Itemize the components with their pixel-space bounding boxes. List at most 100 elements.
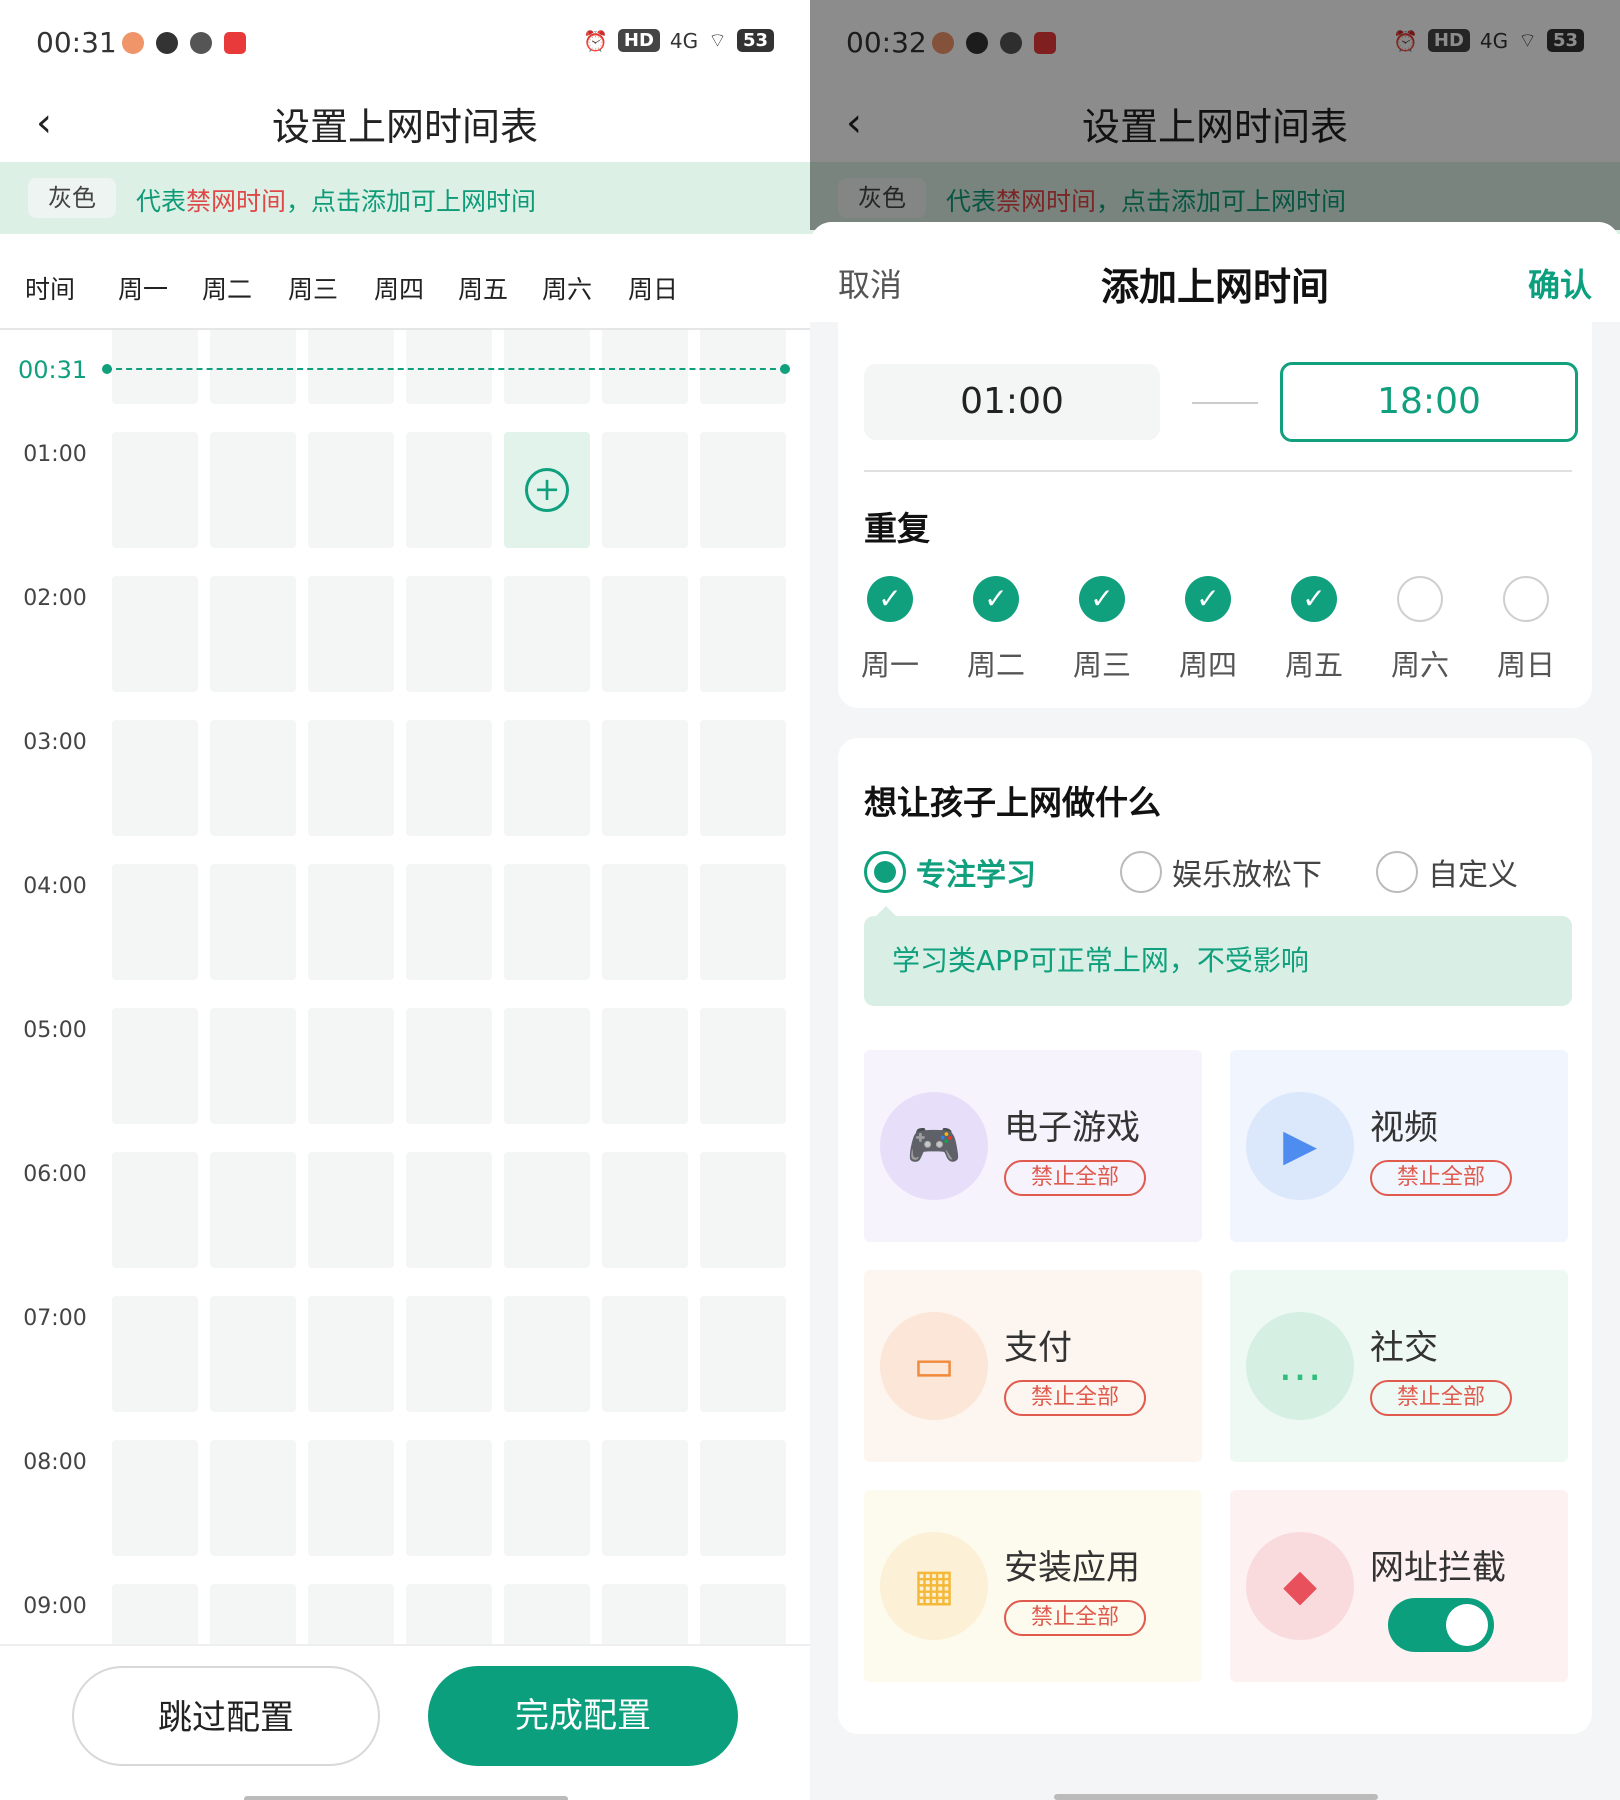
repeat-day-7[interactable]: 周日 [1486, 576, 1566, 684]
repeat-day-4[interactable]: ✓ 周四 [1168, 576, 1248, 684]
schedule-cell[interactable] [602, 1584, 688, 1646]
repeat-day-6[interactable]: 周六 [1380, 576, 1460, 684]
end-time-field[interactable]: 18:00 [1280, 362, 1578, 442]
schedule-cell[interactable] [210, 720, 296, 836]
category-tile-2[interactable]: ▶ 视频 禁止全部 [1230, 1050, 1568, 1242]
schedule-cell[interactable] [504, 1152, 590, 1268]
schedule-cell[interactable] [210, 576, 296, 692]
purpose-option-2[interactable]: 娱乐放松下 [1120, 850, 1322, 894]
category-tile-3[interactable]: ▭ 支付 禁止全部 [864, 1270, 1202, 1462]
category-name: 视频 [1370, 1108, 1438, 1148]
finish-config-button[interactable]: 完成配置 [428, 1666, 738, 1766]
schedule-cell[interactable] [112, 330, 198, 404]
repeat-day-2[interactable]: ✓ 周二 [956, 576, 1036, 684]
schedule-cell[interactable] [700, 1584, 786, 1646]
schedule-cell[interactable] [700, 1296, 786, 1412]
confirm-button[interactable]: 确认 [1528, 260, 1592, 306]
schedule-cell[interactable] [112, 1440, 198, 1556]
schedule-cell[interactable] [112, 1008, 198, 1124]
schedule-cell[interactable] [308, 576, 394, 692]
repeat-day-3[interactable]: ✓ 周三 [1062, 576, 1142, 684]
schedule-cell[interactable] [210, 864, 296, 980]
add-icon[interactable]: + [525, 468, 569, 512]
schedule-cell[interactable] [308, 720, 394, 836]
schedule-cell[interactable] [406, 1296, 492, 1412]
schedule-cell[interactable] [602, 1440, 688, 1556]
schedule-cell[interactable] [504, 576, 590, 692]
schedule-cell[interactable] [602, 1008, 688, 1124]
schedule-cell[interactable] [700, 330, 786, 404]
schedule-cell[interactable] [700, 576, 786, 692]
category-tile-4[interactable]: … 社交 禁止全部 [1230, 1270, 1568, 1462]
schedule-cell[interactable] [112, 1296, 198, 1412]
schedule-cell[interactable] [210, 1296, 296, 1412]
schedule-cell[interactable] [308, 864, 394, 980]
schedule-cell[interactable] [602, 1296, 688, 1412]
schedule-cell[interactable] [112, 576, 198, 692]
schedule-cell[interactable] [210, 1008, 296, 1124]
block-all-badge[interactable]: 禁止全部 [1004, 1600, 1146, 1636]
schedule-cell[interactable] [700, 864, 786, 980]
schedule-cell[interactable] [210, 1440, 296, 1556]
schedule-cell[interactable] [406, 1152, 492, 1268]
schedule-cell[interactable] [504, 1584, 590, 1646]
schedule-cell[interactable] [700, 1440, 786, 1556]
repeat-day-5[interactable]: ✓ 周五 [1274, 576, 1354, 684]
category-tile-1[interactable]: 🎮 电子游戏 禁止全部 [864, 1050, 1202, 1242]
schedule-cell[interactable] [210, 330, 296, 404]
schedule-cell[interactable] [406, 1584, 492, 1646]
schedule-cell[interactable] [406, 1440, 492, 1556]
schedule-cell[interactable] [406, 330, 492, 404]
schedule-cell[interactable] [308, 1152, 394, 1268]
schedule-cell[interactable] [308, 330, 394, 404]
schedule-cell[interactable] [602, 432, 688, 548]
schedule-cell[interactable] [700, 1152, 786, 1268]
schedule-cell[interactable] [602, 720, 688, 836]
url-block-toggle[interactable] [1388, 1598, 1494, 1652]
schedule-cell[interactable] [700, 720, 786, 836]
schedule-cell[interactable] [504, 1008, 590, 1124]
schedule-cell[interactable] [602, 864, 688, 980]
schedule-cell[interactable] [504, 1440, 590, 1556]
schedule-cell[interactable] [406, 1008, 492, 1124]
block-all-badge[interactable]: 禁止全部 [1370, 1380, 1512, 1416]
schedule-cell[interactable] [602, 576, 688, 692]
category-tile-6[interactable]: ◆ 网址拦截 [1230, 1490, 1568, 1682]
schedule-cell-selected[interactable]: + [504, 432, 590, 548]
block-all-badge[interactable]: 禁止全部 [1004, 1380, 1146, 1416]
schedule-cell[interactable] [308, 1584, 394, 1646]
schedule-cell[interactable] [308, 432, 394, 548]
schedule-cell[interactable] [406, 720, 492, 836]
schedule-cell[interactable] [406, 576, 492, 692]
modal-overlay[interactable] [810, 0, 1620, 230]
schedule-cell[interactable] [700, 1008, 786, 1124]
schedule-cell[interactable] [406, 432, 492, 548]
schedule-cell[interactable] [112, 1152, 198, 1268]
schedule-cell[interactable] [112, 864, 198, 980]
repeat-day-1[interactable]: ✓ 周一 [850, 576, 930, 684]
category-tile-5[interactable]: ▦ 安装应用 禁止全部 [864, 1490, 1202, 1682]
schedule-cell[interactable] [308, 1008, 394, 1124]
purpose-option-1[interactable]: 专注学习 [864, 850, 1036, 894]
schedule-cell[interactable] [112, 432, 198, 548]
block-all-badge[interactable]: 禁止全部 [1370, 1160, 1512, 1196]
schedule-cell[interactable] [700, 432, 786, 548]
schedule-cell[interactable] [504, 330, 590, 404]
schedule-cell[interactable] [210, 1584, 296, 1646]
schedule-cell[interactable] [308, 1296, 394, 1412]
schedule-cell[interactable] [504, 720, 590, 836]
schedule-cell[interactable] [602, 1152, 688, 1268]
schedule-cell[interactable] [504, 864, 590, 980]
schedule-cell[interactable] [308, 1440, 394, 1556]
start-time-field[interactable]: 01:00 [864, 364, 1160, 440]
schedule-cell[interactable] [112, 1584, 198, 1646]
schedule-cell[interactable] [210, 432, 296, 548]
schedule-cell[interactable] [504, 1296, 590, 1412]
skip-config-button[interactable]: 跳过配置 [72, 1666, 380, 1766]
schedule-cell[interactable] [112, 720, 198, 836]
schedule-cell[interactable] [210, 1152, 296, 1268]
schedule-cell[interactable] [602, 330, 688, 404]
purpose-option-3[interactable]: 自定义 [1376, 850, 1518, 894]
schedule-cell[interactable] [406, 864, 492, 980]
block-all-badge[interactable]: 禁止全部 [1004, 1160, 1146, 1196]
